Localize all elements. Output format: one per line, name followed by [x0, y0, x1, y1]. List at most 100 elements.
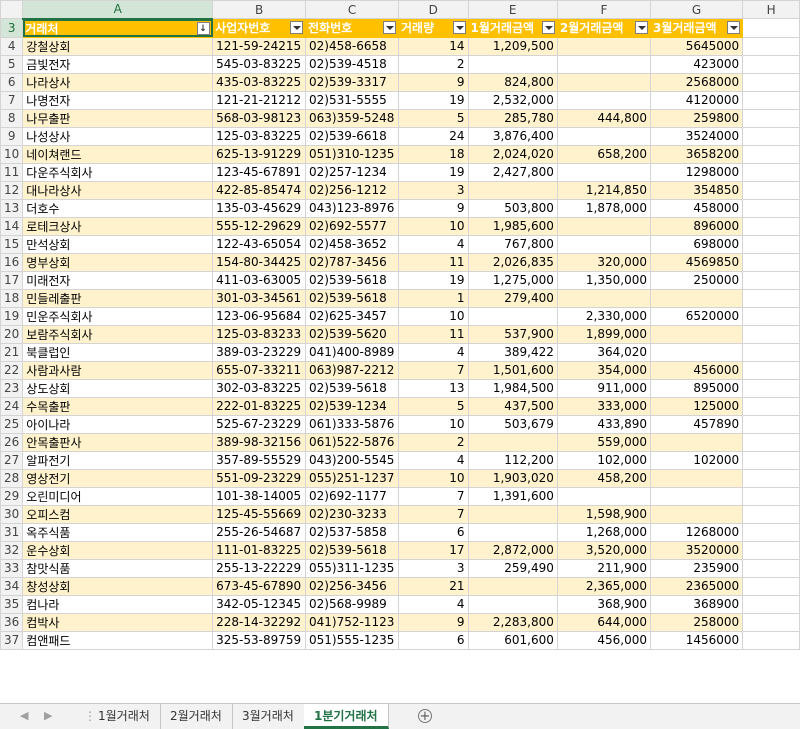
- row-number[interactable]: 25: [0, 414, 24, 434]
- table-cell[interactable]: [649, 486, 744, 506]
- table-cell[interactable]: 3,876,400: [467, 126, 558, 146]
- table-cell[interactable]: 2,283,800: [467, 612, 558, 632]
- select-all-corner[interactable]: [0, 0, 24, 19]
- table-cell[interactable]: 055)251-1237: [305, 468, 399, 488]
- table-cell[interactable]: 02)539-5618: [305, 270, 399, 290]
- table-cell[interactable]: 123-06-95684: [212, 306, 307, 326]
- scroll-tabs-right-icon[interactable]: ▶: [44, 709, 52, 722]
- table-cell[interactable]: 2,872,000: [467, 540, 558, 560]
- row-number[interactable]: 31: [0, 522, 24, 542]
- table-cell[interactable]: 10: [397, 468, 469, 488]
- table-cell[interactable]: 1,903,020: [467, 468, 558, 488]
- table-cell[interactable]: 10: [397, 306, 469, 326]
- table-cell[interactable]: 673-45-67890: [212, 576, 307, 596]
- empty-cell[interactable]: [742, 360, 800, 380]
- table-cell[interactable]: [556, 90, 652, 110]
- table-cell[interactable]: 259800: [649, 108, 744, 128]
- table-cell[interactable]: 02)458-6658: [305, 36, 399, 56]
- table-cell[interactable]: 258000: [649, 612, 744, 632]
- table-cell[interactable]: 19: [397, 90, 469, 110]
- table-cell[interactable]: 456000: [649, 360, 744, 380]
- table-cell[interactable]: 125-03-83225: [212, 126, 307, 146]
- empty-cell[interactable]: [742, 594, 800, 614]
- table-cell[interactable]: 02)458-3652: [305, 234, 399, 254]
- table-cell[interactable]: 389,422: [467, 342, 558, 362]
- tab-mar-clients[interactable]: 3월거래처: [232, 704, 305, 729]
- table-cell[interactable]: 2,024,020: [467, 144, 558, 164]
- table-cell[interactable]: 대나라상사: [22, 180, 214, 200]
- empty-cell[interactable]: [742, 108, 800, 128]
- table-cell[interactable]: 02)256-3456: [305, 576, 399, 596]
- table-cell[interactable]: 10: [397, 216, 469, 236]
- row-number[interactable]: 5: [0, 54, 24, 74]
- table-cell[interactable]: [467, 504, 558, 524]
- row-number[interactable]: 30: [0, 504, 24, 524]
- table-cell[interactable]: 1,214,850: [556, 180, 652, 200]
- table-cell[interactable]: 896000: [649, 216, 744, 236]
- empty-cell[interactable]: [742, 486, 800, 506]
- table-cell[interactable]: 3524000: [649, 126, 744, 146]
- table-cell[interactable]: 3658200: [649, 144, 744, 164]
- row-number[interactable]: 17: [0, 270, 24, 290]
- table-cell[interactable]: 24: [397, 126, 469, 146]
- table-cell[interactable]: [467, 594, 558, 614]
- table-cell[interactable]: 참맛식품: [22, 558, 214, 578]
- row-number[interactable]: 11: [0, 162, 24, 182]
- header-cell-business-number[interactable]: 사업자번호: [212, 18, 307, 38]
- table-cell[interactable]: 17: [397, 540, 469, 560]
- header-cell-volume[interactable]: 거래량: [397, 18, 469, 38]
- table-cell[interactable]: 5: [397, 108, 469, 128]
- table-cell[interactable]: [467, 432, 558, 452]
- table-cell[interactable]: 19: [397, 270, 469, 290]
- table-cell[interactable]: 135-03-45629: [212, 198, 307, 218]
- table-cell[interactable]: [649, 432, 744, 452]
- row-number[interactable]: 21: [0, 342, 24, 362]
- row-number[interactable]: 20: [0, 324, 24, 344]
- column-header-b[interactable]: B: [212, 0, 307, 19]
- empty-cell[interactable]: [742, 234, 800, 254]
- table-cell[interactable]: [556, 486, 652, 506]
- table-cell[interactable]: 655-07-33211: [212, 360, 307, 380]
- table-cell[interactable]: 051)310-1235: [305, 144, 399, 164]
- table-cell[interactable]: 13: [397, 378, 469, 398]
- column-header-c[interactable]: C: [305, 0, 399, 19]
- table-cell[interactable]: 3,520,000: [556, 540, 652, 560]
- table-cell[interactable]: 255-13-22229: [212, 558, 307, 578]
- table-cell[interactable]: [467, 54, 558, 74]
- table-cell[interactable]: 1,350,000: [556, 270, 652, 290]
- table-cell[interactable]: 아이나라: [22, 414, 214, 434]
- table-cell[interactable]: 3520000: [649, 540, 744, 560]
- row-number[interactable]: 26: [0, 432, 24, 452]
- empty-cell[interactable]: [742, 432, 800, 452]
- table-cell[interactable]: 154-80-34425: [212, 252, 307, 272]
- table-cell[interactable]: 259,490: [467, 558, 558, 578]
- sort-filter-icon[interactable]: [197, 21, 211, 35]
- table-cell[interactable]: 1298000: [649, 162, 744, 182]
- header-cell-jan-amount[interactable]: 1월거래금액: [467, 18, 558, 38]
- table-cell[interactable]: 금빛전자: [22, 54, 214, 74]
- row-number[interactable]: 28: [0, 468, 24, 488]
- table-cell[interactable]: 368,900: [556, 594, 652, 614]
- table-cell[interactable]: 063)359-5248: [305, 108, 399, 128]
- table-cell[interactable]: 389-98-32156: [212, 432, 307, 452]
- row-number[interactable]: 12: [0, 180, 24, 200]
- table-cell[interactable]: 컴박사: [22, 612, 214, 632]
- table-cell[interactable]: 389-03-23229: [212, 342, 307, 362]
- table-cell[interactable]: 9: [397, 198, 469, 218]
- table-cell[interactable]: 545-03-83225: [212, 54, 307, 74]
- table-cell[interactable]: 옥주식품: [22, 522, 214, 542]
- table-cell[interactable]: 상도상회: [22, 378, 214, 398]
- table-cell[interactable]: 나무출판: [22, 108, 214, 128]
- table-cell[interactable]: 364,020: [556, 342, 652, 362]
- table-cell[interactable]: 537,900: [467, 324, 558, 344]
- table-cell[interactable]: 456,000: [556, 630, 652, 650]
- table-cell[interactable]: 더호수: [22, 198, 214, 218]
- filter-dropdown-icon[interactable]: [290, 21, 304, 35]
- spreadsheet-grid[interactable]: A B C D E F G H 3 거래처 사업자번호 전화번호: [0, 0, 800, 703]
- table-cell[interactable]: 041)400-8989: [305, 342, 399, 362]
- table-cell[interactable]: 125-03-83233: [212, 324, 307, 344]
- empty-cell[interactable]: [742, 522, 800, 542]
- table-cell[interactable]: 4569850: [649, 252, 744, 272]
- table-cell[interactable]: 02)539-5618: [305, 288, 399, 308]
- empty-cell[interactable]: [742, 270, 800, 290]
